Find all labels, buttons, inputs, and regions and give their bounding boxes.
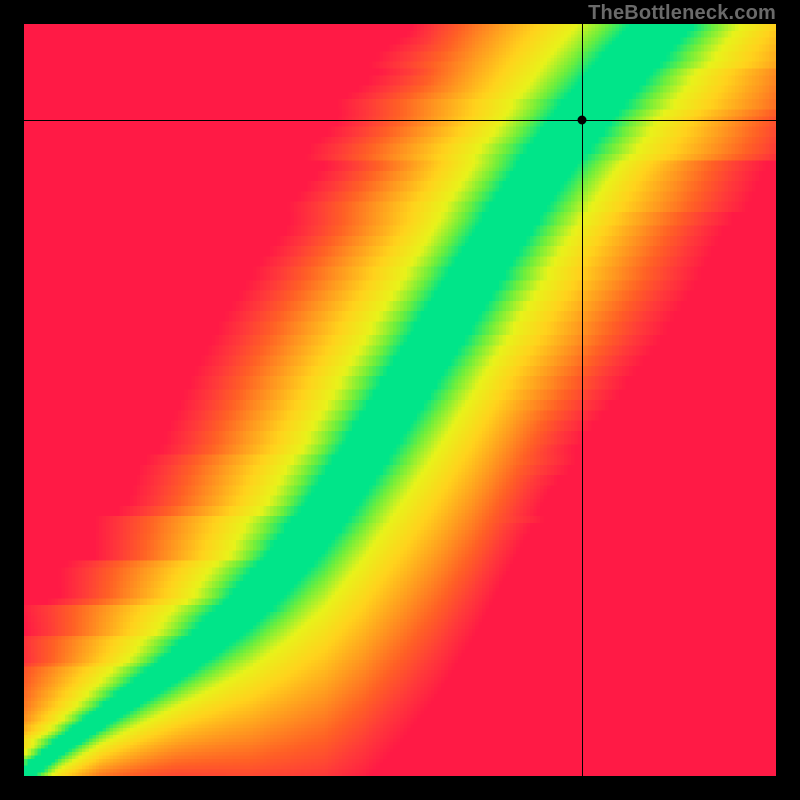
crosshair-horizontal: [24, 120, 776, 121]
heatmap-canvas: [24, 24, 776, 776]
watermark-text: TheBottleneck.com: [588, 2, 776, 25]
crosshair-vertical: [582, 24, 583, 776]
heatmap-plot: [24, 24, 776, 776]
marker-dot: [577, 116, 586, 125]
chart-frame: TheBottleneck.com: [0, 0, 800, 800]
